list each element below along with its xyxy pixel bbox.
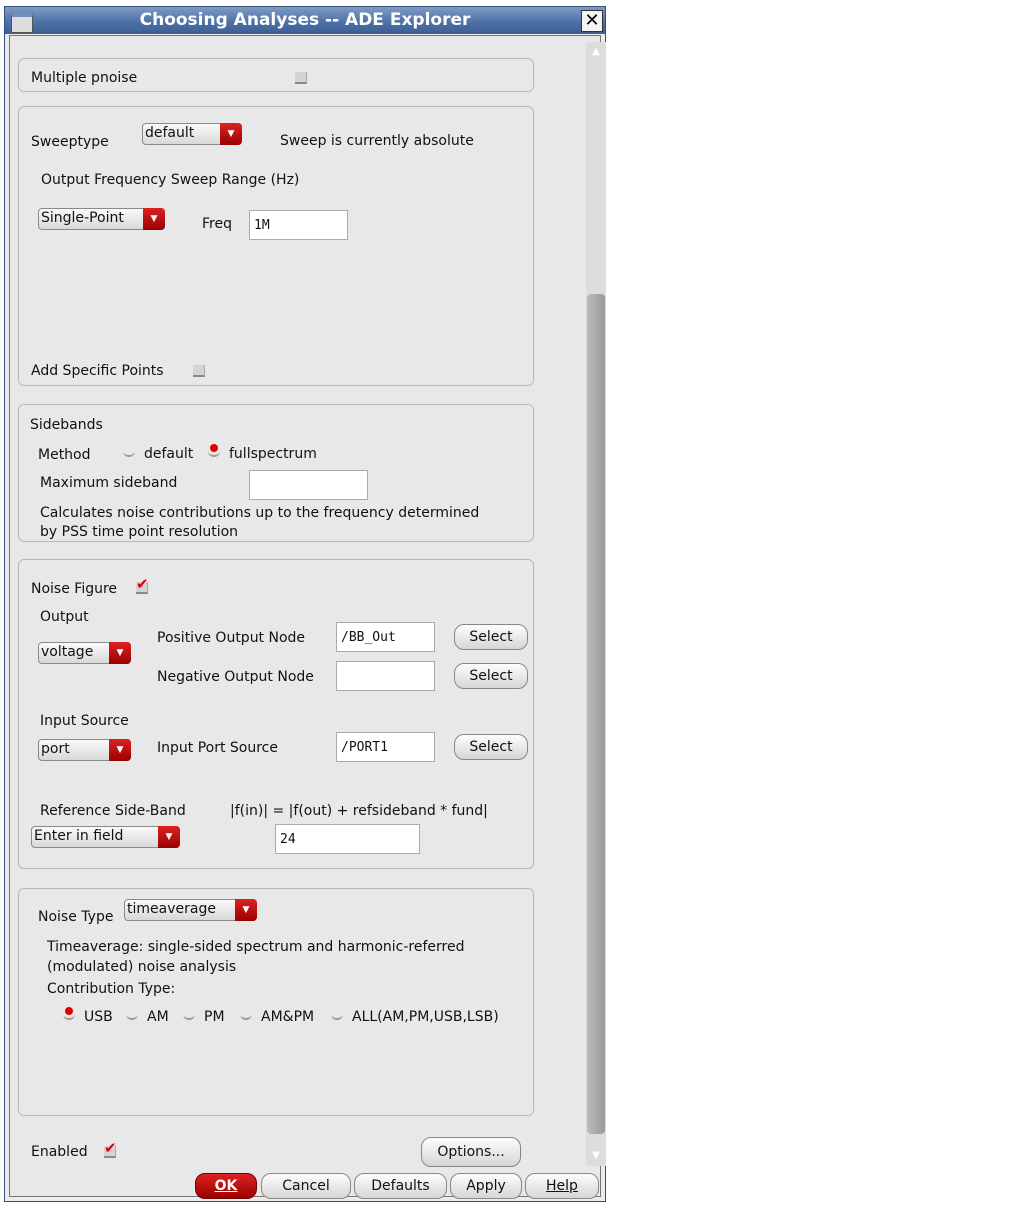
contrib-am-radio[interactable] <box>126 1010 138 1020</box>
method-default-radio[interactable] <box>123 447 135 457</box>
output-select[interactable]: voltage ▼ <box>38 642 131 664</box>
positive-node-label: Positive Output Node <box>157 630 306 646</box>
scrollbar-thumb[interactable] <box>587 294 605 1134</box>
select-positive-node-button[interactable]: Select <box>454 624 528 650</box>
multiple-pnoise-checkbox[interactable] <box>295 72 307 84</box>
output-label: Output <box>40 609 89 625</box>
defaults-button[interactable]: Defaults <box>354 1173 447 1199</box>
ref-sideband-label: Reference Side-Band <box>40 803 186 819</box>
multiple-pnoise-group: Multiple pnoise <box>18 58 534 92</box>
ref-sideband-input[interactable]: 24 <box>275 824 420 854</box>
sidebands-title: Sidebands <box>30 417 103 433</box>
input-source-label: Input Source <box>40 713 129 729</box>
ok-button[interactable]: OK <box>195 1173 257 1199</box>
content-area: Multiple pnoise Sweeptype default ▼ Sweep… <box>9 35 606 1197</box>
help-button[interactable]: Help <box>525 1173 599 1199</box>
ref-sideband-formula: |f(in)| = |f(out) + refsideband * fund| <box>230 803 488 819</box>
max-sideband-input[interactable] <box>249 470 368 500</box>
sidebands-group: Sidebands Method default fullspectrum Ma… <box>18 404 534 542</box>
input-port-input[interactable]: /PORT1 <box>336 732 435 762</box>
chevron-down-icon: ▼ <box>109 642 131 664</box>
input-port-label: Input Port Source <box>157 740 278 756</box>
add-points-label: Add Specific Points <box>31 363 164 379</box>
sweeptype-value: default <box>145 125 195 141</box>
chevron-down-icon: ▼ <box>235 899 257 921</box>
add-points-checkbox[interactable] <box>193 365 205 377</box>
select-negative-node-button[interactable]: Select <box>454 663 528 689</box>
window-menu-icon[interactable] <box>11 13 33 33</box>
negative-node-input[interactable] <box>336 661 435 691</box>
freq-label: Freq <box>202 216 232 232</box>
noise-figure-checkbox[interactable] <box>136 575 149 594</box>
input-source-value: port <box>41 741 70 757</box>
contrib-pm-radio[interactable] <box>183 1010 195 1020</box>
noise-type-select[interactable]: timeaverage ▼ <box>124 899 257 921</box>
sweep-group: Sweeptype default ▼ Sweep is currently ab… <box>18 106 534 386</box>
sweeptype-select[interactable]: default ▼ <box>142 123 242 145</box>
contrib-ampm-radio[interactable] <box>240 1010 252 1020</box>
contrib-all-label: ALL(AM,PM,USB,LSB) <box>352 1009 499 1025</box>
noise-type-desc-2: (modulated) noise analysis <box>47 959 237 975</box>
cancel-button[interactable]: Cancel <box>261 1173 351 1199</box>
sweep-range-value: Single-Point <box>41 210 124 226</box>
noise-type-value: timeaverage <box>127 901 216 917</box>
input-source-select[interactable]: port ▼ <box>38 739 131 761</box>
contribution-type-label: Contribution Type: <box>47 981 176 997</box>
multiple-pnoise-label: Multiple pnoise <box>31 70 138 86</box>
dialog-window: Choosing Analyses -- ADE Explorer ✕ Mult… <box>4 6 606 1202</box>
scroll-down-icon[interactable]: ▼ <box>586 1146 606 1166</box>
select-input-port-button[interactable]: Select <box>454 734 528 760</box>
noise-type-group: Noise Type timeaverage ▼ Timeaverage: sin… <box>18 888 534 1116</box>
noise-type-label: Noise Type <box>38 909 114 925</box>
title-bar[interactable]: Choosing Analyses -- ADE Explorer <box>5 7 605 34</box>
contrib-am-label: AM <box>147 1009 169 1025</box>
method-label: Method <box>38 447 91 463</box>
ref-sideband-mode-value: Enter in field <box>34 828 124 844</box>
method-fullspectrum-label: fullspectrum <box>229 446 317 462</box>
ref-sideband-mode-select[interactable]: Enter in field ▼ <box>31 826 180 848</box>
sweep-status: Sweep is currently absolute <box>280 133 474 149</box>
freq-input[interactable]: 1M <box>249 210 348 240</box>
apply-button[interactable]: Apply <box>450 1173 522 1199</box>
sweep-range-label: Output Frequency Sweep Range (Hz) <box>41 172 300 188</box>
chevron-down-icon: ▼ <box>109 739 131 761</box>
contrib-usb-label: USB <box>84 1009 113 1025</box>
window-title: Choosing Analyses -- ADE Explorer <box>139 10 471 30</box>
noise-figure-label: Noise Figure <box>31 581 118 597</box>
negative-node-label: Negative Output Node <box>157 669 314 685</box>
chevron-down-icon: ▼ <box>143 208 165 230</box>
noise-type-desc-1: Timeaverage: single-sided spectrum and h… <box>47 939 465 955</box>
enabled-checkbox[interactable] <box>104 1139 117 1158</box>
enabled-label: Enabled <box>31 1144 88 1160</box>
chevron-down-icon: ▼ <box>220 123 242 145</box>
sweep-range-select[interactable]: Single-Point ▼ <box>38 208 165 230</box>
method-default-label: default <box>144 446 194 462</box>
scroll-up-icon[interactable]: ▲ <box>586 42 606 62</box>
contrib-usb-radio[interactable] <box>63 1007 75 1020</box>
close-button[interactable]: ✕ <box>581 10 603 32</box>
chevron-down-icon: ▼ <box>158 826 180 848</box>
contrib-pm-label: PM <box>204 1009 225 1025</box>
sweeptype-label: Sweeptype <box>31 134 109 150</box>
sidebands-note-1: Calculates noise contributions up to the… <box>40 505 480 521</box>
sidebands-note-2: by PSS time point resolution <box>40 524 239 540</box>
noise-figure-group: Noise Figure Output voltage ▼ Positive Ou… <box>18 559 534 869</box>
method-fullspectrum-radio[interactable] <box>208 444 220 457</box>
options-button[interactable]: Options... <box>421 1137 521 1167</box>
max-sideband-label: Maximum sideband <box>40 475 178 491</box>
contrib-ampm-label: AM&PM <box>261 1009 315 1025</box>
output-value: voltage <box>41 644 94 660</box>
positive-node-input[interactable]: /BB_Out <box>336 622 435 652</box>
contrib-all-radio[interactable] <box>331 1010 343 1020</box>
vertical-scrollbar[interactable]: ▲ ▼ <box>586 42 606 1166</box>
